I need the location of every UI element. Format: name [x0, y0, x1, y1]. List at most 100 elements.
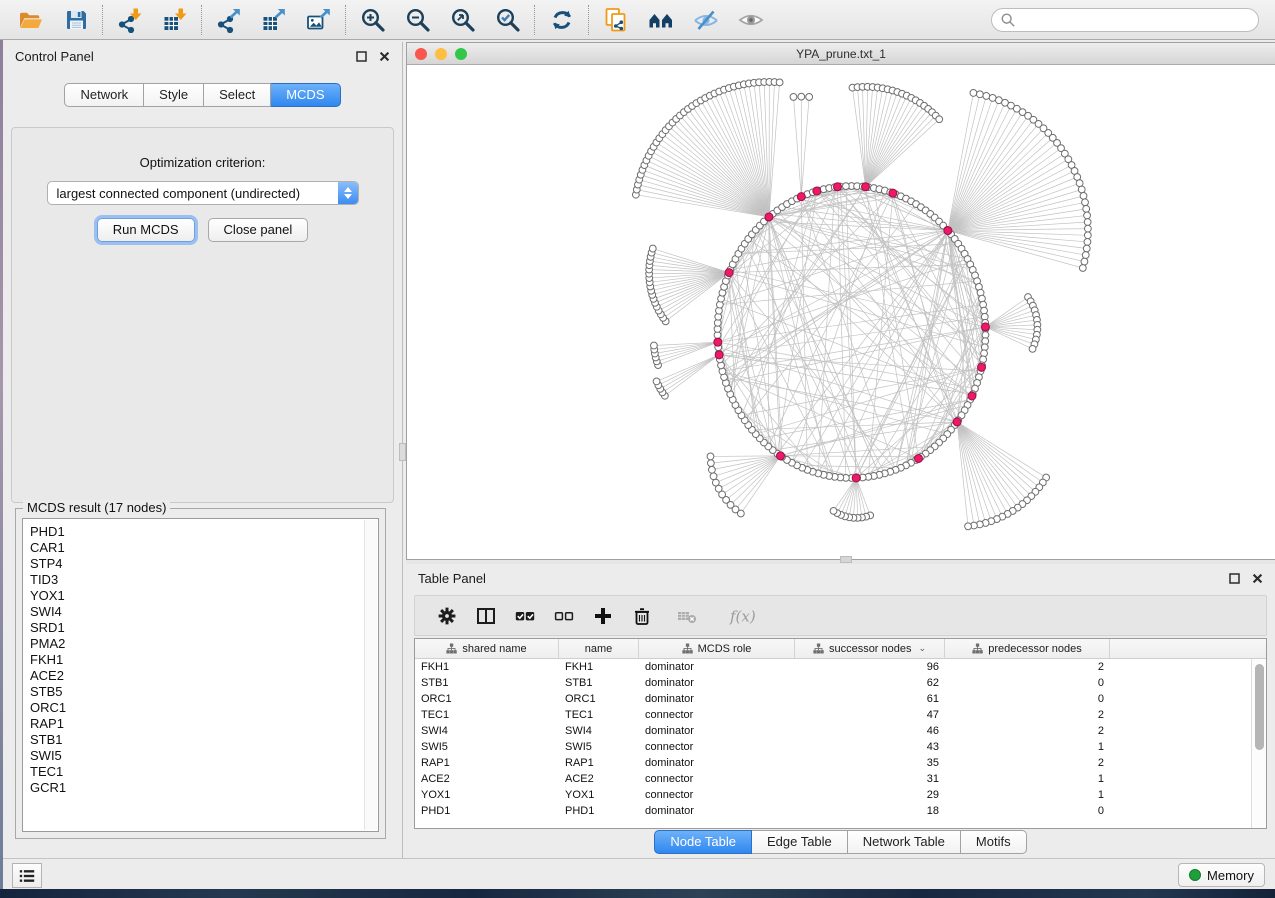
- tab-mcds[interactable]: MCDS: [271, 83, 340, 107]
- list-scrollbar-track[interactable]: [364, 520, 377, 830]
- select-all-columns-button[interactable]: [514, 605, 535, 626]
- table-cell[interactable]: ACE2: [415, 773, 559, 785]
- show-column-panel-button[interactable]: [475, 605, 496, 626]
- table-row[interactable]: PHD1PHD1dominator180: [415, 803, 1251, 819]
- table-scrollbar[interactable]: [1251, 659, 1266, 828]
- mcds-node[interactable]: [813, 187, 821, 195]
- table-tab-edge-table[interactable]: Edge Table: [752, 830, 848, 854]
- zoom-in-button[interactable]: [359, 6, 386, 33]
- mcds-result-item[interactable]: STP4: [30, 556, 378, 572]
- table-cell[interactable]: 2: [945, 725, 1110, 737]
- mcds-result-item[interactable]: SWI4: [30, 604, 378, 620]
- table-cell[interactable]: YOX1: [559, 789, 639, 801]
- table-cell[interactable]: SWI5: [415, 741, 559, 753]
- float-table-panel-icon[interactable]: [1228, 572, 1240, 584]
- table-row[interactable]: RAP1RAP1dominator352: [415, 755, 1251, 771]
- table-cell[interactable]: PHD1: [415, 805, 559, 817]
- mcds-node[interactable]: [978, 363, 986, 371]
- mcds-node[interactable]: [953, 418, 961, 426]
- save-button[interactable]: [62, 6, 89, 33]
- table-mode-gear-button[interactable]: [436, 605, 457, 626]
- table-cell[interactable]: 31: [795, 773, 945, 785]
- table-cell[interactable]: RAP1: [415, 757, 559, 769]
- memory-button[interactable]: Memory: [1178, 863, 1265, 887]
- mcds-result-item[interactable]: PHD1: [30, 524, 378, 540]
- mcds-node[interactable]: [765, 213, 773, 221]
- tab-select[interactable]: Select: [204, 83, 271, 107]
- table-cell[interactable]: YOX1: [415, 789, 559, 801]
- table-cell[interactable]: 0: [945, 693, 1110, 705]
- import-table-button[interactable]: [161, 6, 188, 33]
- table-cell[interactable]: TEC1: [559, 709, 639, 721]
- table-cell[interactable]: dominator: [639, 661, 795, 673]
- table-tab-motifs[interactable]: Motifs: [961, 830, 1027, 854]
- table-cell[interactable]: connector: [639, 741, 795, 753]
- table-row[interactable]: YOX1YOX1connector291: [415, 787, 1251, 803]
- close-panel-icon[interactable]: [378, 50, 390, 62]
- run-mcds-button[interactable]: Run MCDS: [97, 218, 195, 242]
- table-row[interactable]: SWI4SWI4dominator462: [415, 723, 1251, 739]
- table-cell[interactable]: 2: [945, 709, 1110, 721]
- table-cell[interactable]: dominator: [639, 725, 795, 737]
- network-canvas[interactable]: [407, 65, 1275, 559]
- mcds-result-list[interactable]: PHD1CAR1STP4TID3YOX1SWI4SRD1PMA2FKH1ACE2…: [22, 518, 379, 832]
- mcds-result-item[interactable]: STB1: [30, 732, 378, 748]
- table-cell[interactable]: SWI5: [559, 741, 639, 753]
- table-cell[interactable]: SWI4: [559, 725, 639, 737]
- column-header-shared-name[interactable]: shared name: [415, 639, 559, 658]
- table-cell[interactable]: STB1: [559, 677, 639, 689]
- delete-column-button[interactable]: [631, 605, 652, 626]
- table-cell[interactable]: 0: [945, 805, 1110, 817]
- vertical-splitter-handle[interactable]: [399, 443, 406, 461]
- table-cell[interactable]: 96: [795, 661, 945, 673]
- float-panel-icon[interactable]: [355, 50, 367, 62]
- table-cell[interactable]: 1: [945, 773, 1110, 785]
- mcds-result-item[interactable]: SWI5: [30, 748, 378, 764]
- table-row[interactable]: ORC1ORC1dominator610: [415, 691, 1251, 707]
- column-header-successor-nodes[interactable]: successor nodes⌄: [795, 639, 945, 658]
- mcds-node[interactable]: [852, 474, 860, 482]
- mcds-result-item[interactable]: TEC1: [30, 764, 378, 780]
- duplicate-network-button[interactable]: [602, 6, 629, 33]
- zoom-fit-button[interactable]: [449, 6, 476, 33]
- table-cell[interactable]: connector: [639, 709, 795, 721]
- table-row[interactable]: FKH1FKH1dominator962: [415, 659, 1251, 675]
- deselect-all-columns-button[interactable]: [553, 605, 574, 626]
- horizontal-splitter-handle[interactable]: [840, 556, 852, 563]
- mcds-result-item[interactable]: ACE2: [30, 668, 378, 684]
- table-cell[interactable]: dominator: [639, 677, 795, 689]
- table-cell[interactable]: 62: [795, 677, 945, 689]
- table-row[interactable]: ACE2ACE2connector311: [415, 771, 1251, 787]
- column-header-predecessor-nodes[interactable]: predecessor nodes: [945, 639, 1110, 658]
- table-cell[interactable]: 2: [945, 757, 1110, 769]
- mcds-node[interactable]: [776, 452, 784, 460]
- mcds-node[interactable]: [715, 351, 723, 359]
- column-header-name[interactable]: name: [559, 639, 639, 658]
- refresh-layout-button[interactable]: [548, 6, 575, 33]
- table-cell[interactable]: ACE2: [559, 773, 639, 785]
- table-cell[interactable]: 0: [945, 677, 1110, 689]
- export-table-button[interactable]: [260, 6, 287, 33]
- table-row[interactable]: STB1STB1dominator620: [415, 675, 1251, 691]
- table-cell[interactable]: FKH1: [559, 661, 639, 673]
- close-panel-button[interactable]: Close panel: [208, 218, 309, 242]
- table-row[interactable]: TEC1TEC1connector472: [415, 707, 1251, 723]
- table-cell[interactable]: RAP1: [559, 757, 639, 769]
- table-cell[interactable]: ORC1: [415, 693, 559, 705]
- tab-style[interactable]: Style: [144, 83, 204, 107]
- column-header-MCDS-role[interactable]: MCDS role: [639, 639, 795, 658]
- table-cell[interactable]: ORC1: [559, 693, 639, 705]
- search-box[interactable]: [991, 8, 1259, 32]
- table-cell[interactable]: 1: [945, 789, 1110, 801]
- table-cell[interactable]: dominator: [639, 693, 795, 705]
- import-network-button[interactable]: [116, 6, 143, 33]
- table-cell[interactable]: 61: [795, 693, 945, 705]
- mcds-node[interactable]: [889, 189, 897, 197]
- table-cell[interactable]: dominator: [639, 805, 795, 817]
- mcds-node[interactable]: [981, 323, 989, 331]
- mcds-node[interactable]: [725, 269, 733, 277]
- mcds-result-item[interactable]: STB5: [30, 684, 378, 700]
- open-button[interactable]: [17, 6, 44, 33]
- mcds-node[interactable]: [968, 392, 976, 400]
- table-cell[interactable]: STB1: [415, 677, 559, 689]
